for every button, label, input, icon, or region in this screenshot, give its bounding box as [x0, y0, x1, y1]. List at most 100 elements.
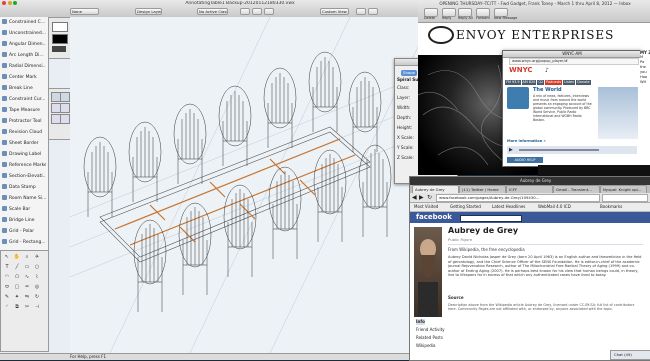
tool-set-button-2[interactable] — [60, 92, 70, 102]
play-button-icon[interactable]: ▶ — [509, 147, 513, 153]
active-class-dropdown[interactable]: No Active Class — [197, 8, 228, 15]
view-dropdown[interactable]: Custom View — [320, 8, 349, 15]
attribute-tool-icon[interactable]: ✦ — [13, 293, 21, 301]
tool-item[interactable]: Constrained C... — [2, 19, 46, 27]
toolbar-button-c[interactable] — [264, 8, 274, 15]
tool-item[interactable]: Tape Measure — [2, 107, 46, 115]
split-tool-icon[interactable]: ⊣ — [33, 303, 41, 311]
pan-tool-icon[interactable]: ✋ — [13, 253, 21, 261]
bookmark-item[interactable]: Bookmarks — [600, 203, 622, 211]
pen-swatch[interactable] — [52, 34, 68, 44]
url-bar[interactable]: www.facebook.com/pages/Aubrey-de-Grey/10… — [436, 194, 600, 202]
tool-item[interactable]: Radial Dimensi... — [2, 63, 46, 71]
arc-tool-icon[interactable]: ◠ — [3, 273, 11, 281]
wnyc-nav-item[interactable]: FM 93.9 — [505, 80, 521, 85]
bookmark-item[interactable]: Most Visited — [414, 203, 438, 211]
facebook-logo[interactable]: facebook — [416, 212, 452, 223]
tool-icon — [2, 63, 7, 68]
rotate-tool-icon[interactable]: ↻ — [33, 293, 41, 301]
back-arrow-icon[interactable]: ◀ — [412, 193, 417, 202]
close-window-icon[interactable] — [2, 1, 6, 5]
selection-tool-icon[interactable]: ↖ — [3, 253, 11, 261]
browser-tab[interactable]: Aubrey de Grey — [412, 185, 459, 193]
tool-item[interactable]: Grid - Rectang... — [2, 239, 46, 247]
tool-set-button-6[interactable] — [60, 114, 70, 124]
tab-shape[interactable]: Shape — [401, 70, 417, 76]
tool-set-button-4[interactable] — [60, 103, 70, 113]
browser-tab[interactable]: ICFF — [506, 185, 553, 193]
profile-name: Aubrey de Grey — [448, 226, 519, 235]
tool-item[interactable]: Break Line — [2, 85, 46, 93]
flyover-tool-icon[interactable]: ✈ — [33, 253, 41, 261]
tool-item[interactable]: Drawing Label — [2, 151, 46, 159]
offset-tool-icon[interactable]: ⧉ — [13, 303, 21, 311]
facebook-sidebar-item[interactable]: Wikipedia — [416, 343, 436, 349]
zoom-window-icon[interactable] — [13, 1, 18, 5]
drawing-canvas[interactable] — [70, 17, 418, 353]
freehand-tool-icon[interactable]: ∿ — [23, 273, 31, 281]
wnyc-more-info-link[interactable]: More information » — [507, 139, 546, 143]
rectangle-tool-icon[interactable]: ▭ — [23, 263, 31, 271]
text-tool-icon[interactable]: T — [3, 263, 11, 271]
toolbar-button-b[interactable] — [252, 8, 262, 15]
browser-tab[interactable]: Nyxpal: Knight opi... — [600, 185, 647, 193]
tool-item[interactable]: Center Mark — [2, 74, 46, 82]
class-dropdown[interactable]: None — [70, 8, 99, 15]
wnyc-nav-item[interactable]: AM 820 — [521, 80, 537, 85]
wnyc-nav-item[interactable]: Q2 — [537, 80, 545, 85]
fillet-tool-icon[interactable]: ◜ — [3, 303, 11, 311]
rounded-rect-tool-icon[interactable]: ▢ — [13, 283, 21, 291]
facebook-sidebar-item[interactable]: Related Posts — [416, 335, 443, 341]
fill-swatch[interactable] — [52, 22, 68, 32]
tool-item[interactable]: Constraint Cur... — [2, 96, 46, 104]
bookmark-item[interactable]: Latest Headlines — [492, 203, 525, 211]
tool-item[interactable]: Section-Elevati... — [2, 173, 46, 181]
tool-item[interactable]: Unconstrained... — [2, 30, 46, 38]
spiral-tool-icon[interactable]: ◎ — [33, 283, 41, 291]
line-tool-icon[interactable]: ╱ — [13, 263, 21, 271]
tool-item[interactable]: Arc Length Di... — [2, 52, 46, 60]
tool-item[interactable]: Angular Dimen... — [2, 41, 46, 49]
browser-tab[interactable]: (11) Twitter / Home — [459, 185, 506, 193]
tool-item[interactable]: Room Name Si... — [2, 195, 46, 203]
search-field[interactable] — [602, 194, 648, 202]
tool-item[interactable]: Data Stamp — [2, 184, 46, 192]
tool-label: Drawing Label — [9, 152, 42, 157]
eyedropper-tool-icon[interactable]: ✎ — [3, 293, 11, 301]
line-weight-swatch[interactable] — [52, 46, 66, 52]
projection-button[interactable] — [368, 8, 378, 15]
polyline-tool-icon[interactable]: ⌇ — [33, 273, 41, 281]
tool-item[interactable]: Scale Bar — [2, 206, 46, 214]
trim-tool-icon[interactable]: ✂ — [23, 303, 31, 311]
zoom-tool-icon[interactable]: ⌕ — [23, 253, 31, 261]
wnyc-nav-item[interactable]: Donate — [576, 80, 591, 85]
facebook-sidebar-item[interactable]: Friend Activity — [416, 327, 445, 333]
polygon-tool-icon[interactable]: ⬠ — [13, 273, 21, 281]
bookmark-item[interactable]: Getting Started — [450, 203, 481, 211]
forward-arrow-icon[interactable]: ▶ — [419, 193, 424, 202]
wnyc-nav-item[interactable]: Podcasts — [545, 80, 563, 85]
facebook-search-input[interactable] — [460, 215, 522, 222]
minimize-window-icon[interactable] — [7, 1, 12, 5]
reload-icon[interactable]: ↻ — [427, 193, 432, 202]
toolbar-button-a[interactable] — [240, 8, 250, 15]
bookmark-item[interactable]: WebMail 4.0 ICD — [538, 203, 571, 211]
render-mode-button[interactable] — [356, 8, 366, 15]
browser-tab[interactable]: Gmail - Transient... — [553, 185, 600, 193]
wnyc-url[interactable]: www.wnyc.org/popup_player/# — [509, 58, 639, 65]
facebook-sidebar-item[interactable]: Info — [416, 319, 425, 325]
tool-item[interactable]: Sheet Border — [2, 140, 46, 148]
volume-slider[interactable] — [519, 149, 599, 151]
circle-tool-icon[interactable]: ○ — [33, 263, 41, 271]
tool-item[interactable]: Bridge Line — [2, 217, 46, 225]
oval-tool-icon[interactable]: ⬭ — [3, 283, 11, 291]
wnyc-audio-help[interactable]: AUDIO HELP — [507, 157, 543, 163]
tool-item[interactable]: Reference Marke... — [2, 162, 46, 170]
tool-item[interactable]: Revision Cloud — [2, 129, 46, 137]
tool-item[interactable]: Grid - Polar — [2, 228, 46, 236]
tool-item[interactable]: Protractor Tool — [2, 118, 46, 126]
wnyc-nav-item[interactable]: Listen — [563, 80, 576, 85]
layer-dropdown[interactable]: Design Layer-1 — [135, 8, 162, 15]
double-line-tool-icon[interactable]: ═ — [23, 283, 31, 291]
mirror-tool-icon[interactable]: ⇋ — [23, 293, 31, 301]
